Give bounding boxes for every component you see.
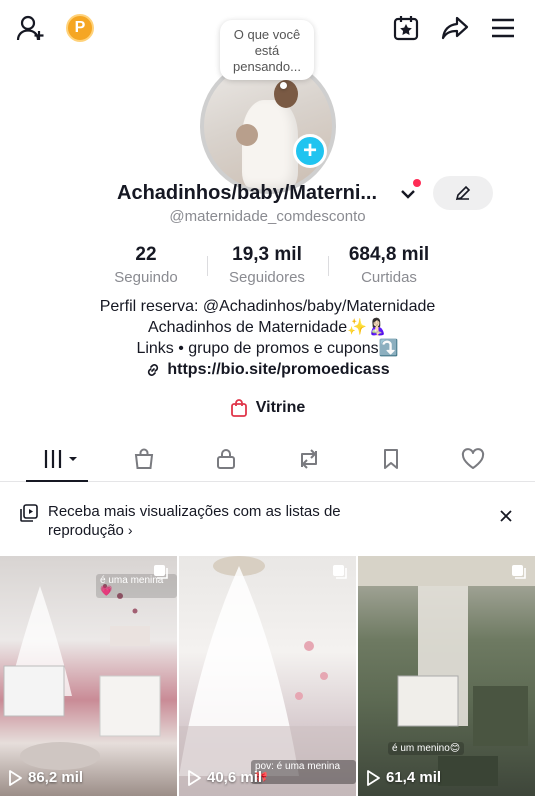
menu-icon[interactable] <box>490 16 516 40</box>
stat-value: 684,8 mil <box>348 244 430 265</box>
video-thumbnail[interactable]: pov: é uma menina🎀 40,6 mil <box>179 556 356 796</box>
video-views: 86,2 mil <box>8 769 83 786</box>
video-views-count: 86,2 mil <box>28 769 84 786</box>
bookmark-icon <box>384 449 398 469</box>
username: @maternidade_comdesconto <box>169 208 366 225</box>
tab-saved[interactable] <box>376 446 406 472</box>
avatar-detail <box>236 124 258 146</box>
tab-private[interactable] <box>211 446 241 472</box>
divider <box>328 256 329 276</box>
video-views: 40,6 mil <box>187 769 262 786</box>
chevron-down-icon[interactable] <box>398 184 418 204</box>
calendar-star-icon[interactable] <box>392 14 420 42</box>
stat-likes[interactable]: 684,8 mil Curtidas <box>334 244 444 286</box>
tab-reposts[interactable] <box>294 446 324 472</box>
tab-shop[interactable] <box>129 446 159 472</box>
chevron-right-icon: › <box>127 522 133 538</box>
stat-label: Curtidas <box>361 269 417 286</box>
bio-line: Achadinhos de Maternidade✨🤱🏻 <box>147 319 388 336</box>
thought-bubble-text: O que você está pensando... <box>233 27 301 74</box>
bio-line: Links • grupo de promos e cupons⤵️ <box>136 340 399 357</box>
tab-videos[interactable] <box>40 446 82 472</box>
video-views: 61,4 mil <box>366 769 441 786</box>
vitrine-button[interactable]: Vitrine <box>0 398 535 418</box>
thumbnail-art <box>358 556 535 786</box>
stat-value: 19,3 mil <box>232 244 302 265</box>
lock-icon <box>217 449 235 469</box>
active-tab-indicator <box>26 480 88 482</box>
video-caption: é um menino😊 <box>388 742 465 755</box>
shopping-bag-icon <box>134 448 154 469</box>
coin-icon[interactable]: P <box>66 14 94 42</box>
grid-icon <box>44 450 77 468</box>
play-icon <box>9 769 22 786</box>
stat-followers[interactable]: 19,3 mil Seguidores <box>217 244 317 286</box>
playlist-icon <box>20 504 38 522</box>
add-friend-icon[interactable] <box>16 14 46 42</box>
stat-label: Seguidores <box>229 269 305 286</box>
profile-tabs <box>0 438 535 482</box>
video-grid: é uma menina💗 86,2 mil pov: é uma menina… <box>0 556 535 800</box>
display-name[interactable]: Achadinhos/baby/Materni... <box>117 182 377 205</box>
heart-icon <box>461 448 485 469</box>
thought-bubble-tail <box>280 82 287 89</box>
multi-photo-icon <box>332 564 348 580</box>
stat-value: 22 <box>135 244 157 265</box>
video-thumbnail[interactable]: é uma menina💗 86,2 mil <box>0 556 177 796</box>
add-story-button[interactable]: + <box>293 134 327 168</box>
play-icon <box>367 769 380 786</box>
link-icon <box>148 363 159 376</box>
pencil-icon <box>455 185 471 201</box>
multi-photo-icon <box>153 564 169 580</box>
banner-message: Receba mais visualizações com as listas … <box>48 503 341 539</box>
thought-bubble[interactable]: O que você está pensando... <box>220 20 314 80</box>
multi-photo-icon <box>511 564 527 580</box>
playlist-banner[interactable]: Receba mais visualizações com as listas … <box>0 496 535 544</box>
share-icon[interactable] <box>440 14 470 42</box>
close-icon[interactable] <box>496 506 516 526</box>
vitrine-label: Vitrine <box>255 399 306 416</box>
banner-text: Receba mais visualizações com as listas … <box>48 503 388 540</box>
video-thumbnail[interactable]: é um menino😊 61,4 mil <box>358 556 535 796</box>
stat-following[interactable]: 22 Seguindo <box>96 244 196 286</box>
play-icon <box>188 769 201 786</box>
bio-link[interactable]: https://bio.site/promoedicass <box>145 359 390 380</box>
repost-icon <box>301 449 317 469</box>
edit-profile-button[interactable] <box>433 176 493 210</box>
divider <box>207 256 208 276</box>
video-caption: pov: é uma menina🎀 <box>251 760 356 784</box>
stats-row: 22 Seguindo 19,3 mil Seguidores 684,8 mi… <box>0 244 535 288</box>
bio: Perfil reserva: @Achadinhos/baby/Materni… <box>0 296 535 384</box>
bio-link-text: https://bio.site/promoedicass <box>167 361 390 378</box>
bio-line: Perfil reserva: @Achadinhos/baby/Materni… <box>99 298 436 315</box>
video-views-count: 40,6 mil <box>207 769 263 786</box>
shopping-bag-icon <box>230 399 247 417</box>
notification-dot <box>413 179 421 187</box>
video-views-count: 61,4 mil <box>386 769 442 786</box>
stat-label: Seguindo <box>114 269 178 286</box>
tab-liked[interactable] <box>458 446 488 472</box>
